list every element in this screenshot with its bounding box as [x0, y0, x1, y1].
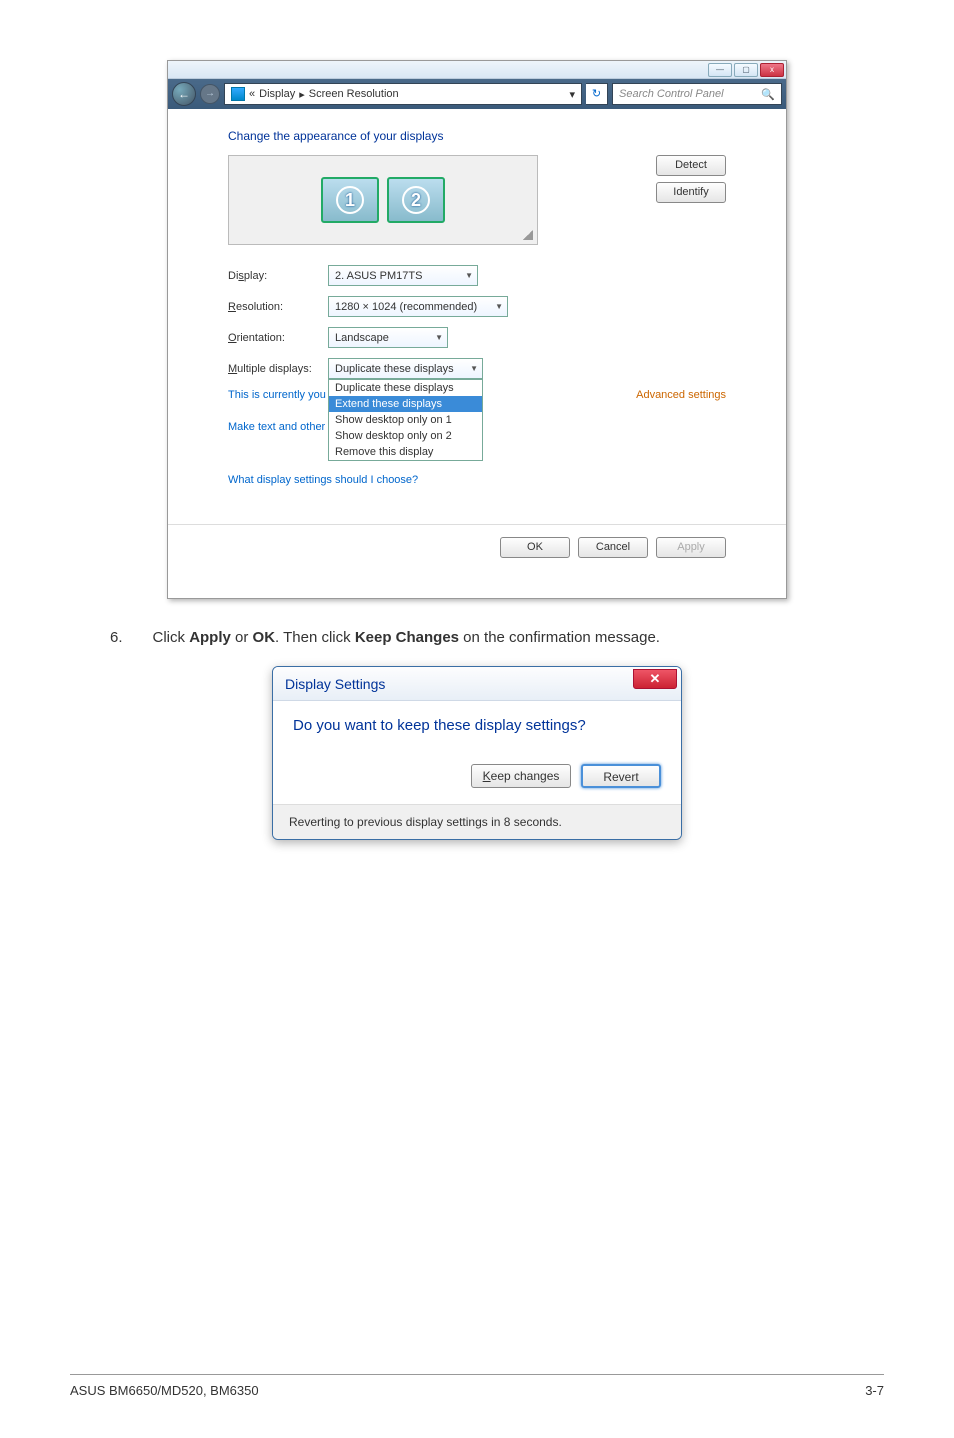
revert-button[interactable]: Revert [581, 764, 661, 788]
multiple-displays-select[interactable]: Duplicate these displays [328, 358, 483, 379]
apply-button[interactable]: Apply [656, 537, 726, 558]
dialog-message: Do you want to keep these display settin… [293, 717, 661, 734]
dialog-title: Display Settings [285, 676, 385, 692]
keep-changes-button[interactable]: Keep changes [471, 764, 571, 788]
control-panel-body: Change the appearance of your displays 1… [168, 109, 786, 516]
dropdown-option-duplicate[interactable]: Duplicate these displays [329, 380, 482, 396]
breadcrumb-dropdown-icon[interactable]: ▾ [569, 88, 575, 101]
text-size-link[interactable]: Make text and other [228, 421, 325, 433]
dropdown-option-remove[interactable]: Remove this display [329, 444, 482, 460]
step-number: 6. [110, 629, 123, 646]
maximize-button[interactable]: ▢ [734, 63, 758, 77]
breadcrumb-sep: ▸ [299, 88, 305, 101]
screen-resolution-window: — ▢ x ← → « Display ▸ Screen Resolution … [167, 60, 787, 599]
dropdown-option-extend[interactable]: Extend these displays [329, 396, 482, 412]
display-label: Display: [228, 270, 328, 282]
dropdown-option-only2[interactable]: Show desktop only on 2 [329, 428, 482, 444]
back-button[interactable]: ← [172, 82, 196, 106]
footer-page-number: 3-7 [865, 1383, 884, 1398]
display-select[interactable]: 2. ASUS PM17TS [328, 265, 478, 286]
monitor-1[interactable]: 1 [321, 177, 379, 223]
control-panel-icon [231, 87, 245, 101]
breadcrumb-screen-resolution[interactable]: Screen Resolution [309, 88, 399, 100]
multiple-displays-label: Multiple displays: [228, 363, 328, 375]
breadcrumb-sep: « [249, 88, 255, 100]
refresh-button[interactable]: ↻ [586, 83, 608, 105]
resolution-select[interactable]: 1280 × 1024 (recommended) [328, 296, 508, 317]
navigation-bar: ← → « Display ▸ Screen Resolution ▾ ↻ Se… [168, 79, 786, 109]
action-button-row: OK Cancel Apply [168, 524, 786, 598]
close-button[interactable]: x [760, 63, 784, 77]
page-footer: ASUS BM6650/MD520, BM6350 3-7 [70, 1374, 884, 1398]
window-titlebar: — ▢ x [168, 61, 786, 79]
breadcrumb[interactable]: « Display ▸ Screen Resolution ▾ [224, 83, 582, 105]
dialog-header: Display Settings ✕ [273, 667, 681, 701]
dialog-footer-text: Reverting to previous display settings i… [273, 804, 681, 839]
cancel-button[interactable]: Cancel [578, 537, 648, 558]
instruction-step-6: 6. Click Apply or OK. Then click Keep Ch… [110, 629, 884, 646]
dropdown-option-only1[interactable]: Show desktop only on 1 [329, 412, 482, 428]
breadcrumb-display[interactable]: Display [259, 88, 295, 100]
what-settings-link[interactable]: What display settings should I choose? [228, 474, 418, 486]
display-settings-dialog: Display Settings ✕ Do you want to keep t… [272, 666, 682, 840]
minimize-button[interactable]: — [708, 63, 732, 77]
page-heading: Change the appearance of your displays [228, 129, 726, 143]
detect-button[interactable]: Detect [656, 155, 726, 176]
advanced-settings-link[interactable]: Advanced settings [636, 389, 726, 401]
display-arrangement-preview[interactable]: 1 2 [228, 155, 538, 245]
monitor-2[interactable]: 2 [387, 177, 445, 223]
main-display-text: This is currently you [228, 389, 326, 401]
search-placeholder: Search Control Panel [619, 88, 724, 100]
footer-model: ASUS BM6650/MD520, BM6350 [70, 1383, 259, 1398]
resolution-label: Resolution: [228, 301, 328, 313]
search-input[interactable]: Search Control Panel 🔍 [612, 83, 782, 105]
orientation-label: Orientation: [228, 332, 328, 344]
identify-button[interactable]: Identify [656, 182, 726, 203]
dialog-close-button[interactable]: ✕ [633, 669, 677, 689]
forward-button[interactable]: → [200, 84, 220, 104]
ok-button[interactable]: OK [500, 537, 570, 558]
multiple-displays-dropdown: Duplicate these displays Extend these di… [328, 379, 483, 461]
step-text: Click Apply or OK. Then click Keep Chang… [153, 629, 660, 646]
search-icon[interactable]: 🔍 [761, 88, 775, 101]
orientation-select[interactable]: Landscape [328, 327, 448, 348]
